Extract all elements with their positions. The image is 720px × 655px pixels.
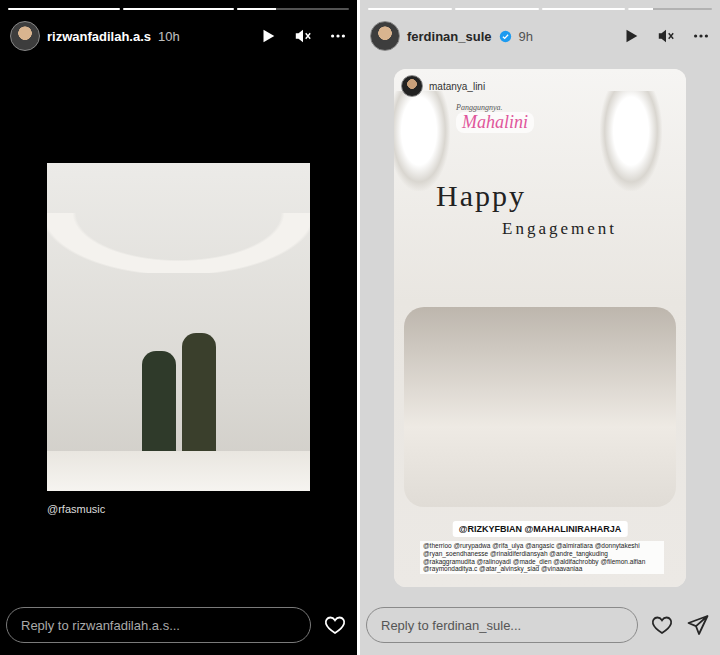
post-time: 10h: [158, 29, 180, 44]
send-icon[interactable]: [686, 613, 710, 637]
story-header: ferdinan_sule 9h: [360, 10, 720, 53]
post-time: 9h: [519, 29, 533, 44]
mention-tags[interactable]: @therrioo @rurypadwa @rifa_ulya @angasic…: [420, 541, 664, 574]
progress-segment: [237, 8, 349, 10]
play-icon[interactable]: [259, 27, 277, 45]
reposted-story[interactable]: matanya_lini Panggungnya.Mahalini Happy Eng…: [394, 69, 686, 587]
story-panel[interactable]: rizwanfadilah.a.s 10h @rfasmusic Reply to r…: [0, 0, 357, 655]
username[interactable]: rizwanfadilah.a.s: [47, 29, 151, 44]
heart-icon[interactable]: [650, 613, 674, 637]
story-panel[interactable]: ferdinan_sule 9h matanya_lini Panggungnya.M…: [360, 0, 720, 655]
progress-segment: [628, 8, 712, 10]
repost-header[interactable]: matanya_lini: [401, 75, 485, 97]
progress-segment: [368, 8, 452, 10]
story-content: matanya_lini Panggungnya.Mahalini Happy Eng…: [360, 53, 720, 607]
avatar[interactable]: [370, 21, 400, 51]
progress-segment: [455, 8, 539, 10]
more-icon[interactable]: [692, 27, 710, 45]
story-header: rizwanfadilah.a.s 10h: [0, 10, 357, 53]
progress-bar: [360, 0, 720, 10]
photo: [47, 163, 310, 491]
reply-bar: Reply to ferdinan_sule...: [360, 607, 720, 655]
avatar[interactable]: [10, 21, 40, 51]
sticker: Panggungnya.Mahalini: [456, 103, 534, 133]
overlay-subtitle: Engagement: [502, 219, 617, 239]
reply-input[interactable]: Reply to rizwanfadilah.a.s...: [6, 607, 311, 643]
play-icon[interactable]: [622, 27, 640, 45]
story-content: @rfasmusic: [0, 53, 357, 607]
reply-bar: Reply to rizwanfadilah.a.s...: [0, 607, 357, 655]
photo: [394, 69, 686, 587]
verified-icon: [499, 30, 512, 43]
muted-speaker-icon[interactable]: [657, 27, 675, 45]
progress-segment: [542, 8, 626, 10]
reply-input[interactable]: Reply to ferdinan_sule...: [366, 607, 638, 643]
caption[interactable]: @rfasmusic: [47, 503, 310, 515]
progress-segment: [8, 8, 120, 10]
more-icon[interactable]: [329, 27, 347, 45]
progress-segment: [123, 8, 235, 10]
story-viewer: rizwanfadilah.a.s 10h @rfasmusic Reply to r…: [0, 0, 720, 655]
mention-sticker[interactable]: @RIZKYFBIAN @MAHALINIRAHARJA: [453, 521, 628, 537]
muted-speaker-icon[interactable]: [294, 27, 312, 45]
avatar: [401, 75, 423, 97]
progress-bar: [0, 0, 357, 10]
overlay-title: Happy: [436, 179, 526, 213]
username[interactable]: ferdinan_sule: [407, 29, 492, 44]
heart-icon[interactable]: [323, 613, 347, 637]
repost-username[interactable]: matanya_lini: [429, 81, 485, 92]
